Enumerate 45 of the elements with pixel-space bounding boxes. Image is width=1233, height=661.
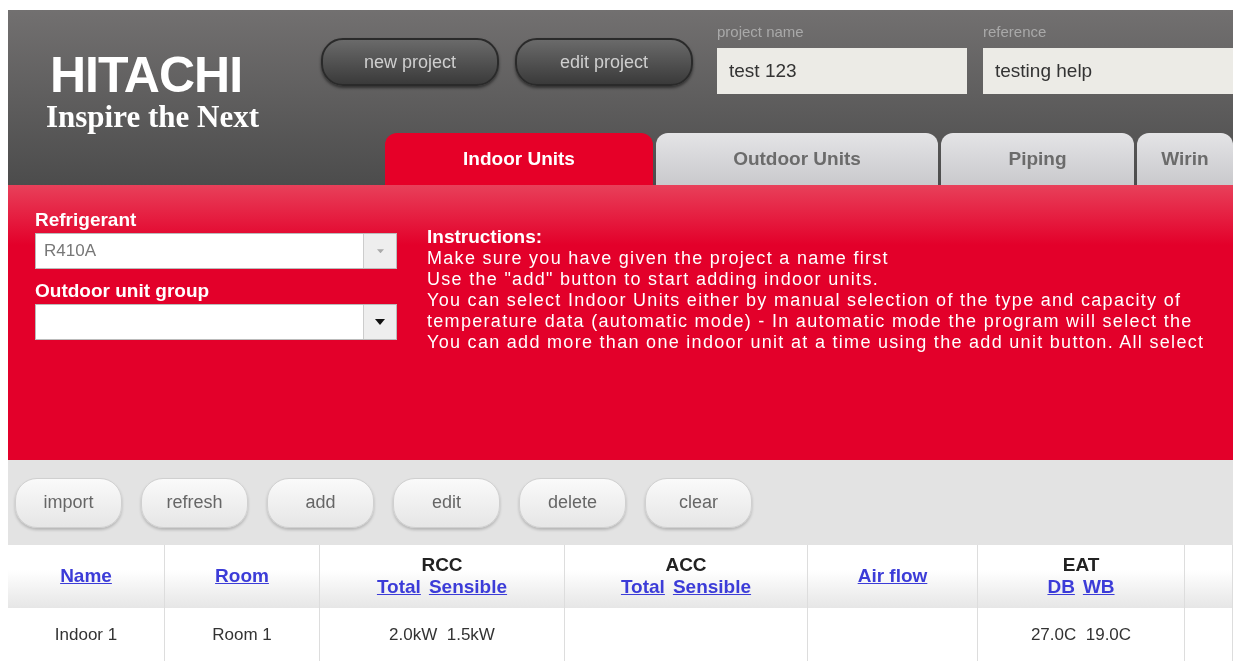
instruction-line: You can add more than one indoor unit at a time using the add unit button. All select [427,331,1205,353]
toolbar-button[interactable]: import [15,477,122,528]
toolbar-button[interactable]: clear [645,477,752,528]
column-header-link[interactable]: Name [60,565,112,588]
tab[interactable]: Indoor Units [385,133,653,185]
table-cell: Indoor 1 [8,608,165,661]
table-cell: Room 1 [165,608,320,661]
tab[interactable]: Outdoor Units [656,133,938,185]
instruction-line: You can select Indoor Units either by manual selection of the type and capacity of [427,289,1183,311]
column-header-link[interactable]: WB [1082,575,1115,599]
text-field[interactable]: testing help [983,48,1233,94]
table-cell: 27.0C 19.0C [978,608,1185,661]
header-button[interactable]: new project [321,38,499,86]
instruction-line: Use the "add" button to start adding indoor units. [427,268,881,290]
toolbar-button[interactable]: refresh [141,477,248,528]
column-group-header: EAT [1062,554,1100,576]
column-header-link[interactable]: Room [215,565,269,588]
caret-icon [376,248,384,254]
column-header-link[interactable]: Sensible [428,575,508,599]
caret-icon [375,318,385,325]
table-cell: 2.0kW 1.5kW [320,608,565,661]
instructions-title: Instructions: [427,227,544,248]
column-header-link[interactable]: Total [620,575,665,599]
instruction-line: temperature data (automatic mode) - In automatic mode the program will select the [427,310,1194,332]
instruction-line: Make sure you have given the project a name first [427,247,890,269]
tab[interactable]: Piping [941,133,1134,185]
column-group-header: ACC [665,554,707,576]
select-label: Outdoor unit group [35,280,211,302]
tab[interactable]: Wirin [1137,133,1233,185]
field-label: reference [983,24,1047,39]
toolbar-button[interactable]: edit [393,477,500,528]
header-button[interactable]: edit project [515,38,693,86]
column-header-link[interactable]: Total [376,575,421,599]
field-label: project name [717,24,804,39]
brand-logo: HITACHI [50,50,243,100]
column-header-link[interactable]: DB [1047,575,1075,599]
text-field[interactable]: test 123 [717,48,967,94]
column-group-header: RCC [421,554,463,576]
logo-tagline: Inspire the Next [46,100,259,135]
column-header-link[interactable]: Air flow [857,565,928,588]
column-header-link[interactable]: Sensible [672,575,752,599]
toolbar-button[interactable]: delete [519,477,626,528]
dropdown-select[interactable] [35,303,397,340]
toolbar-button[interactable]: add [267,477,374,528]
select-label: Refrigerant [35,210,138,231]
